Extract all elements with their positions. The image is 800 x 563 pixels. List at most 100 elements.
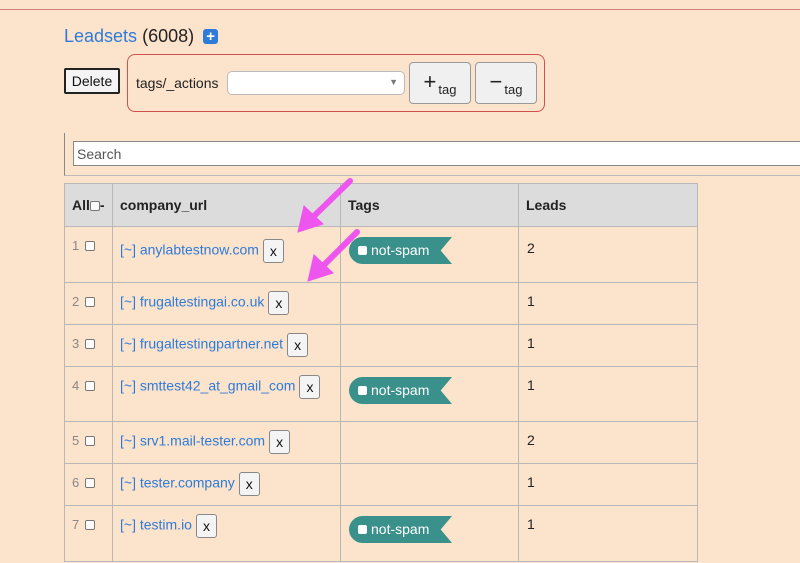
remove-tag-label: tag bbox=[504, 82, 523, 97]
company-url-cell: [~] anylabtestnow.com x bbox=[112, 226, 341, 283]
remove-url-button[interactable]: x bbox=[299, 375, 321, 399]
leads-value: 1 bbox=[527, 293, 535, 309]
leads-cell: 1 bbox=[518, 282, 698, 325]
row-select-cell: 1 bbox=[64, 226, 113, 283]
tags-cell: not-spam bbox=[340, 366, 519, 422]
leads-value: 1 bbox=[527, 474, 535, 490]
tags-cell bbox=[340, 463, 519, 506]
tag-actions-panel: tags/_actions ▼ + tag − tag bbox=[127, 54, 545, 112]
leadsets-link[interactable]: Leadsets bbox=[64, 26, 137, 46]
top-divider bbox=[0, 9, 800, 10]
table-row: 1 [~] anylabtestnow.com x not-spam 2 bbox=[64, 226, 698, 283]
tags-cell: not-spam bbox=[340, 226, 519, 283]
leadsets-count: (6008) bbox=[142, 26, 195, 46]
company-url-cell: [~] frugaltestingpartner.net x bbox=[112, 324, 341, 367]
leads-value: 2 bbox=[527, 432, 535, 448]
tag-checkbox[interactable] bbox=[358, 386, 367, 395]
tag-pill[interactable]: not-spam bbox=[349, 516, 452, 543]
tag-pill[interactable]: not-spam bbox=[349, 237, 452, 264]
row-number: 6 bbox=[72, 475, 95, 490]
row-select-cell: 6 bbox=[64, 463, 113, 506]
row-checkbox[interactable] bbox=[84, 381, 95, 391]
table-row: 4 [~] smttest42_at_gmail_com x not-spam 1 bbox=[64, 366, 698, 422]
select-all-checkbox[interactable] bbox=[89, 201, 100, 211]
tags-header[interactable]: Tags bbox=[340, 183, 519, 227]
company-url-header[interactable]: company_url bbox=[112, 183, 341, 227]
leadsets-table: All - company_url Tags Leads 1 [~] anylab… bbox=[64, 183, 698, 562]
tag-label: not-spam bbox=[371, 242, 430, 258]
search-input[interactable] bbox=[73, 141, 800, 166]
row-checkbox[interactable] bbox=[84, 241, 95, 251]
company-url-cell: [~] srv1.mail-tester.com x bbox=[112, 421, 341, 464]
company-url-cell: [~] smttest42_at_gmail_com x bbox=[112, 366, 341, 422]
leads-cell: 1 bbox=[518, 505, 698, 562]
delete-button[interactable]: Delete bbox=[64, 68, 120, 94]
leads-value: 1 bbox=[527, 516, 535, 532]
tags-actions-label: tags/_actions bbox=[136, 75, 219, 91]
tag-checkbox[interactable] bbox=[358, 525, 367, 534]
tag-select[interactable]: ▼ bbox=[227, 71, 405, 95]
tag-label: not-spam bbox=[371, 382, 430, 398]
row-checkbox[interactable] bbox=[84, 339, 95, 349]
row-number: 7 bbox=[72, 517, 95, 532]
all-suffix: - bbox=[99, 197, 105, 213]
tag-label: not-spam bbox=[371, 521, 430, 537]
remove-url-button[interactable]: x bbox=[262, 239, 284, 263]
row-number: 1 bbox=[72, 238, 95, 253]
row-select-cell: 4 bbox=[64, 366, 113, 422]
company-url-link[interactable]: [~] srv1.mail-tester.com bbox=[120, 433, 265, 449]
remove-url-button[interactable]: x bbox=[269, 430, 291, 454]
company-url-cell: [~] frugaltestingai.co.uk x bbox=[112, 282, 341, 325]
plus-square-icon[interactable]: + bbox=[203, 29, 219, 44]
row-select-cell: 5 bbox=[64, 421, 113, 464]
tags-cell: not-spam bbox=[340, 505, 519, 562]
leads-value: 1 bbox=[527, 335, 535, 351]
row-select-cell: 7 bbox=[64, 505, 113, 562]
leads-value: 1 bbox=[527, 377, 535, 393]
plus-icon: + bbox=[423, 69, 437, 94]
all-header: All - bbox=[64, 183, 113, 227]
company-url-cell: [~] tester.company x bbox=[112, 463, 341, 506]
add-tag-button[interactable]: + tag bbox=[409, 62, 471, 104]
company-url-link[interactable]: [~] smttest42_at_gmail_com bbox=[120, 378, 295, 394]
row-checkbox[interactable] bbox=[84, 297, 95, 307]
all-label: All bbox=[72, 197, 90, 213]
leads-cell: 1 bbox=[518, 366, 698, 422]
company-url-cell: [~] testim.io x bbox=[112, 505, 341, 562]
row-checkbox[interactable] bbox=[84, 520, 95, 530]
row-number: 5 bbox=[72, 433, 95, 448]
leads-cell: 1 bbox=[518, 463, 698, 506]
remove-url-button[interactable]: x bbox=[238, 472, 260, 496]
row-checkbox[interactable] bbox=[84, 436, 95, 446]
leads-cell: 1 bbox=[518, 324, 698, 367]
row-number: 4 bbox=[72, 378, 95, 393]
leads-cell: 2 bbox=[518, 226, 698, 283]
company-url-link[interactable]: [~] tester.company bbox=[120, 475, 235, 491]
tags-cell bbox=[340, 421, 519, 464]
leads-header[interactable]: Leads bbox=[518, 183, 698, 227]
tags-cell bbox=[340, 324, 519, 367]
row-checkbox[interactable] bbox=[84, 478, 95, 488]
remove-url-button[interactable]: x bbox=[195, 514, 217, 538]
tags-cell bbox=[340, 282, 519, 325]
tag-checkbox[interactable] bbox=[358, 246, 367, 255]
row-number: 3 bbox=[72, 336, 95, 351]
add-tag-label: tag bbox=[438, 82, 457, 97]
row-select-cell: 2 bbox=[64, 282, 113, 325]
company-url-link[interactable]: [~] frugaltestingpartner.net bbox=[120, 336, 283, 352]
dropdown-arrow-icon: ▼ bbox=[389, 77, 398, 87]
tag-pill[interactable]: not-spam bbox=[349, 377, 452, 404]
remove-url-button[interactable]: x bbox=[287, 333, 309, 357]
minus-icon: − bbox=[489, 69, 503, 94]
page-title: Leadsets (6008) + bbox=[64, 26, 219, 47]
company-url-link[interactable]: [~] testim.io bbox=[120, 517, 192, 533]
company-url-link[interactable]: [~] anylabtestnow.com bbox=[120, 242, 259, 258]
remove-tag-button[interactable]: − tag bbox=[475, 62, 537, 104]
row-select-cell: 3 bbox=[64, 324, 113, 367]
company-url-link[interactable]: [~] frugaltestingai.co.uk bbox=[120, 294, 264, 310]
leads-value: 2 bbox=[527, 240, 535, 256]
table-row: 5 [~] srv1.mail-tester.com x 2 bbox=[64, 421, 698, 464]
remove-url-button[interactable]: x bbox=[268, 291, 290, 315]
leads-cell: 2 bbox=[518, 421, 698, 464]
row-number: 2 bbox=[72, 294, 95, 309]
